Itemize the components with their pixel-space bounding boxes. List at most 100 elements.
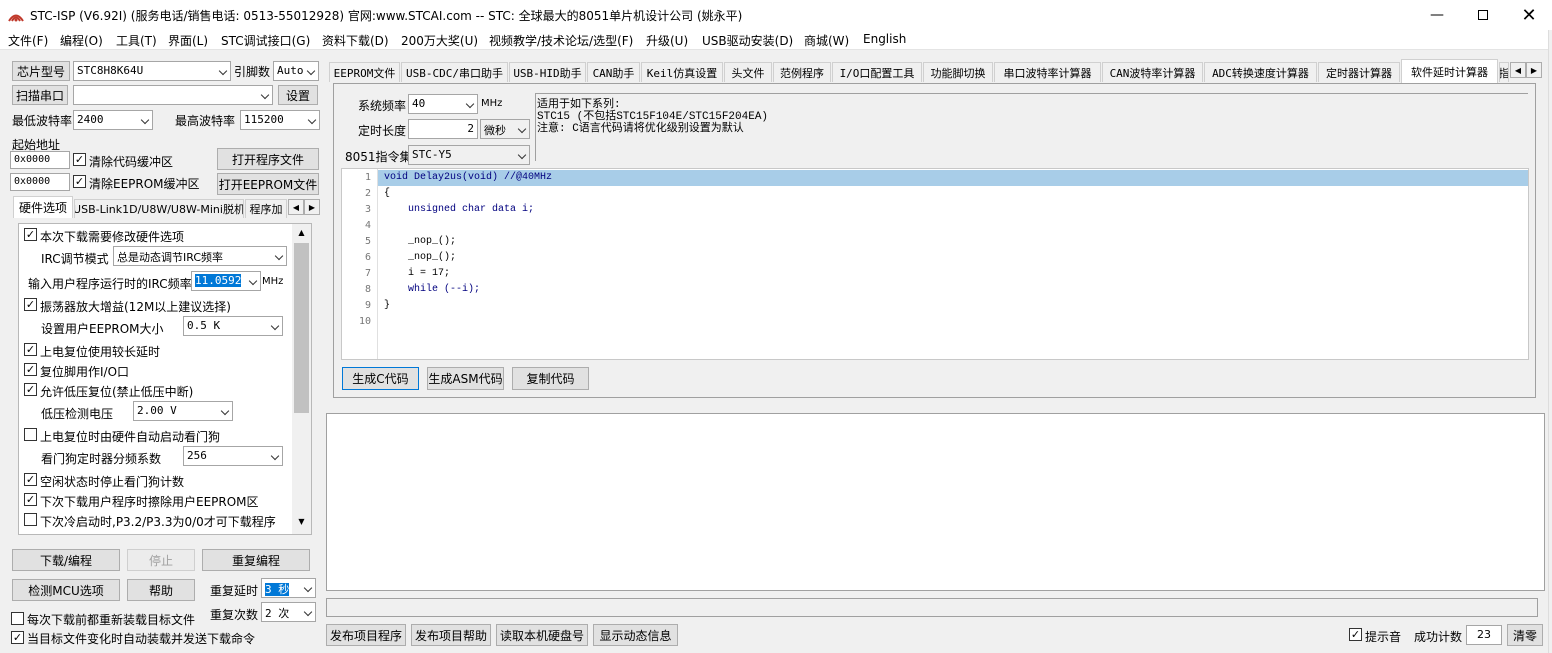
tab-hardware-options[interactable]: 硬件选项 <box>13 196 73 218</box>
tab-scroll-left-icon[interactable]: ◀ <box>288 199 304 215</box>
right-tab-0[interactable]: EEPROM文件 <box>329 62 400 82</box>
erase-eeprom-checkbox[interactable]: ✓ <box>24 493 37 506</box>
right-tab-12[interactable]: 定时器计算器 <box>1318 62 1400 82</box>
menu-item-10[interactable]: 商城(W) <box>804 32 849 49</box>
right-tab-9[interactable]: 串口波特率计算器 <box>994 62 1101 82</box>
right-tab-scroll-left-icon[interactable]: ◀ <box>1510 62 1526 78</box>
menu-item-3[interactable]: 界面(L) <box>168 32 208 49</box>
repeat-count-select[interactable]: 2 次 <box>261 602 316 622</box>
copy-code-button[interactable]: 复制代码 <box>512 367 589 390</box>
publish-help-button[interactable]: 发布项目帮助 <box>411 624 491 646</box>
generate-asm-code-button[interactable]: 生成ASM代码 <box>427 367 504 390</box>
publish-project-button[interactable]: 发布项目程序 <box>326 624 406 646</box>
menu-item-5[interactable]: 资料下载(D) <box>322 32 389 49</box>
scroll-up-icon[interactable]: ▲ <box>292 228 311 240</box>
cold-start-checkbox[interactable] <box>24 513 37 526</box>
right-tab-6[interactable]: 范例程序 <box>773 62 831 82</box>
close-icon[interactable]: ✕ <box>1506 0 1552 30</box>
output-log[interactable] <box>326 413 1545 591</box>
menu-item-6[interactable]: 200万大奖(U) <box>401 32 478 49</box>
right-tab-4[interactable]: Keil仿真设置 <box>641 62 723 82</box>
tab-program-encrypt[interactable]: 程序加 <box>245 199 287 218</box>
right-tab-10[interactable]: CAN波特率计算器 <box>1102 62 1203 82</box>
menu-item-9[interactable]: USB驱动安装(D) <box>702 32 793 49</box>
right-tab-11[interactable]: ADC转换速度计算器 <box>1204 62 1317 82</box>
right-tab-14[interactable]: 指 <box>1499 62 1509 82</box>
lv-detect-select[interactable]: 2.00 V <box>133 401 233 421</box>
hw-watchdog-checkbox[interactable] <box>24 428 37 441</box>
reload-before-download-checkbox[interactable] <box>11 612 24 625</box>
right-tab-13[interactable]: 软件延时计算器 <box>1401 59 1498 83</box>
menu-item-2[interactable]: 工具(T) <box>116 32 157 49</box>
clear-eeprom-checkbox[interactable]: ✓ <box>73 175 86 188</box>
stop-button[interactable]: 停止 <box>127 549 195 571</box>
generate-c-code-button[interactable]: 生成C代码 <box>342 367 419 390</box>
reset-io-checkbox[interactable]: ✓ <box>24 363 37 376</box>
tab-scroll-right-icon[interactable]: ▶ <box>304 199 320 215</box>
chip-model-select[interactable]: STC8H8K64U <box>73 61 231 81</box>
menu-item-1[interactable]: 编程(O) <box>60 32 103 49</box>
pin-count-select[interactable]: Auto <box>273 61 319 81</box>
help-button[interactable]: 帮助 <box>127 579 195 601</box>
wdt-prescaler-label: 看门狗定时器分频系数 <box>41 452 162 466</box>
auto-download-checkbox[interactable]: ✓ <box>11 631 24 644</box>
menu-item-4[interactable]: STC调试接口(G) <box>221 32 310 49</box>
code-editor[interactable] <box>341 168 1529 360</box>
right-tab-8[interactable]: 功能脚切换 <box>923 62 993 82</box>
isa-select[interactable]: STC-Y5 <box>408 145 530 165</box>
right-tab-5[interactable]: 头文件 <box>724 62 772 82</box>
delay-length-label: 定时长度 <box>358 124 407 138</box>
pin-count-label: 引脚数 <box>234 65 271 79</box>
menu-item-11[interactable]: English <box>863 32 906 46</box>
modify-hw-label: 本次下载需要修改硬件选项 <box>40 230 185 244</box>
download-program-button[interactable]: 下载/编程 <box>12 549 120 571</box>
osc-gain-checkbox[interactable]: ✓ <box>24 298 37 311</box>
delay-length-input[interactable]: 2 <box>408 119 478 139</box>
right-tab-scroll-right-icon[interactable]: ▶ <box>1526 62 1542 78</box>
open-program-file-button[interactable]: 打开程序文件 <box>217 148 319 170</box>
clear-code-checkbox[interactable]: ✓ <box>73 153 86 166</box>
beep-checkbox[interactable]: ✓ <box>1349 628 1362 641</box>
eeprom-size-select[interactable]: 0.5 K <box>183 316 283 336</box>
chip-model-button[interactable]: 芯片型号 <box>12 61 70 81</box>
menu-item-0[interactable]: 文件(F) <box>8 32 48 49</box>
long-delay-checkbox[interactable]: ✓ <box>24 343 37 356</box>
settings-button[interactable]: 设置 <box>278 85 318 105</box>
maximize-icon[interactable] <box>1460 0 1506 30</box>
eeprom-address-input[interactable]: 0x0000 <box>10 173 70 191</box>
min-baud-select[interactable]: 2400 <box>73 110 153 130</box>
repeat-delay-select[interactable]: 3 秒 <box>261 578 316 598</box>
max-baud-select[interactable]: 115200 <box>240 110 320 130</box>
menu-item-7[interactable]: 视频教学/技术论坛/选型(F) <box>489 32 633 49</box>
code-address-input[interactable]: 0x0000 <box>10 151 70 169</box>
detect-mcu-button[interactable]: 检测MCU选项 <box>12 579 120 601</box>
minimize-icon[interactable]: — <box>1414 0 1460 30</box>
repeat-program-button[interactable]: 重复编程 <box>202 549 310 571</box>
repeat-count-label: 重复次数 <box>210 608 259 622</box>
right-tab-3[interactable]: CAN助手 <box>587 62 640 82</box>
right-tab-2[interactable]: USB-HID助手 <box>509 62 586 82</box>
irc-freq-select[interactable]: 11.0592 <box>191 271 261 291</box>
show-dynamic-info-button[interactable]: 显示动态信息 <box>593 624 678 646</box>
scan-port-button[interactable]: 扫描串口 <box>12 85 68 105</box>
scrollbar-thumb[interactable] <box>294 243 309 413</box>
code-line: void Delay2us(void) //@40MHz <box>384 172 553 183</box>
low-voltage-reset-checkbox[interactable]: ✓ <box>24 383 37 396</box>
sys-freq-select[interactable]: 40 <box>408 94 478 114</box>
right-tab-1[interactable]: USB-CDC/串口助手 <box>401 62 508 82</box>
wdt-prescaler-select[interactable]: 256 <box>183 446 283 466</box>
read-disk-id-button[interactable]: 读取本机硬盘号 <box>496 624 588 646</box>
menu-item-8[interactable]: 升级(U) <box>646 32 688 49</box>
code-line: } <box>384 300 391 311</box>
delay-unit-select[interactable]: 微秒 <box>480 119 530 139</box>
modify-hw-checkbox[interactable]: ✓ <box>24 228 37 241</box>
right-tab-7[interactable]: I/O口配置工具 <box>832 62 922 82</box>
clear-count-button[interactable]: 清零 <box>1507 624 1543 646</box>
tab-usb-link[interactable]: USB-Link1D/U8W/U8W-Mini脱机 <box>74 199 244 218</box>
serial-port-select[interactable] <box>73 85 273 105</box>
scroll-down-icon[interactable]: ▼ <box>292 517 311 529</box>
open-eeprom-file-button[interactable]: 打开EEPROM文件 <box>217 173 319 195</box>
idle-stop-wdt-checkbox[interactable]: ✓ <box>24 473 37 486</box>
irc-mode-select[interactable]: 总是动态调节IRC频率 <box>113 246 287 266</box>
low-voltage-reset-label: 允许低压复位(禁止低压中断) <box>40 385 194 399</box>
